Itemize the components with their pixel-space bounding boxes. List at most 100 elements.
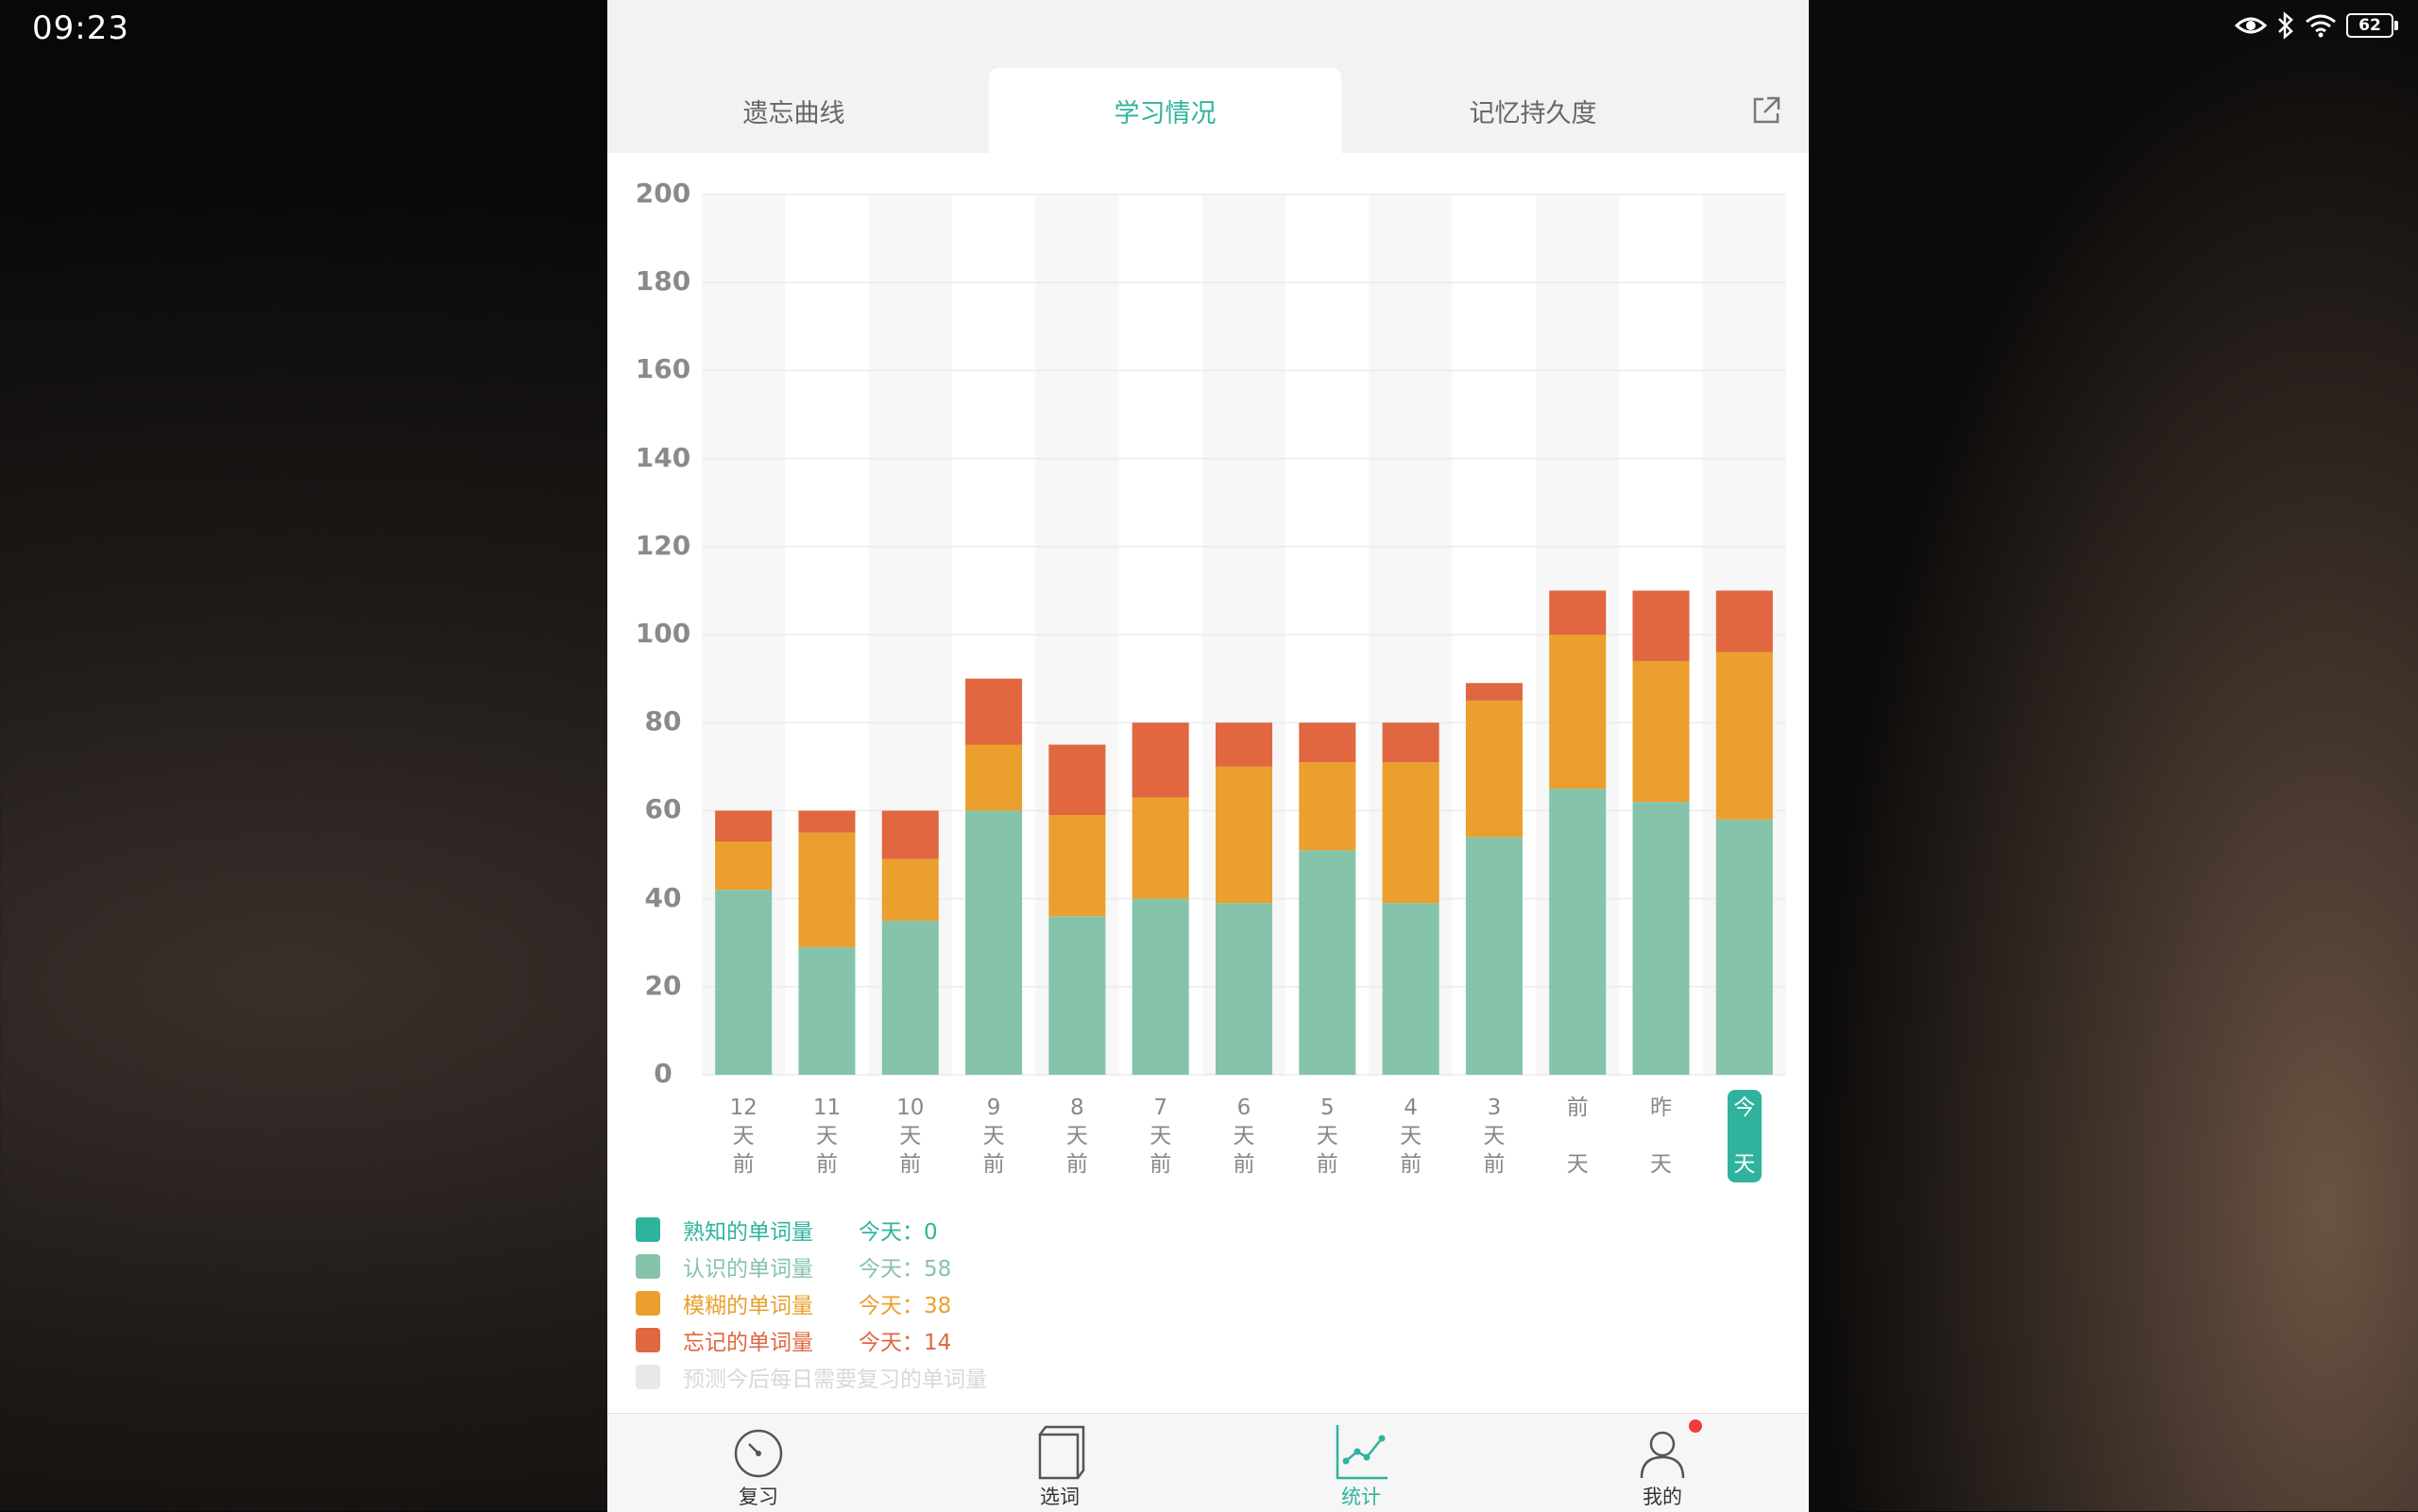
x-tick-label[interactable]: 3 天 前 (1472, 1094, 1517, 1179)
bar-segment[interactable] (715, 890, 773, 1075)
y-tick-label: 20 (644, 969, 682, 1001)
background-right (1810, 0, 2418, 1511)
tab-label: 遗忘曲线 (742, 98, 845, 128)
user-icon (1640, 1431, 1685, 1479)
legend-swatch (636, 1253, 660, 1279)
y-tick-label: 180 (635, 265, 691, 297)
book-icon (1038, 1425, 1085, 1480)
x-tick-label[interactable]: 7 天 前 (1138, 1094, 1183, 1179)
bar-segment[interactable] (1465, 683, 1523, 701)
legend-label: 模糊的单词量 (683, 1293, 813, 1318)
status-icons: 62 (2235, 11, 2398, 40)
legend-label: 忘记的单词量 (683, 1330, 813, 1355)
bar-segment[interactable] (965, 678, 1023, 745)
chart-icon (1336, 1425, 1388, 1480)
x-tick-label[interactable]: 今 天 (1727, 1090, 1762, 1182)
wifi-icon (2306, 14, 2336, 38)
x-tick-label[interactable]: 昨 天 (1639, 1094, 1684, 1179)
bar-segment[interactable] (1549, 635, 1607, 790)
chart-svg (702, 194, 1786, 1076)
bar-segment[interactable] (1382, 762, 1439, 904)
nav-statistics[interactable]: 统计 (1286, 1414, 1437, 1512)
tab-learning-status[interactable]: 学习情况 (989, 68, 1341, 153)
share-icon[interactable] (1750, 94, 1782, 127)
bar-segment[interactable] (798, 810, 856, 833)
bar-segment[interactable] (1048, 815, 1106, 917)
x-tick-label[interactable]: 12 天 前 (721, 1094, 766, 1179)
legend-item-familiar: 熟知的单词量 今天：0 (636, 1211, 938, 1248)
bar-segment[interactable] (715, 841, 773, 891)
bar-segment[interactable] (1299, 762, 1356, 851)
bar-segment[interactable] (1048, 916, 1106, 1075)
y-tick-label: 80 (644, 705, 682, 738)
bar-segment[interactable] (965, 744, 1023, 811)
legend-swatch (636, 1327, 660, 1352)
bar-segment[interactable] (1299, 850, 1356, 1075)
battery-level: 62 (2358, 16, 2381, 35)
bar-segment[interactable] (715, 810, 773, 842)
bar-segment[interactable] (965, 810, 1023, 1075)
x-tick-label[interactable]: 6 天 前 (1221, 1094, 1267, 1179)
bar-segment[interactable] (798, 946, 856, 1075)
legend-item-forgot: 忘记的单词量 今天：14 (636, 1321, 951, 1358)
eye-icon (2235, 17, 2267, 34)
bar-segment[interactable] (1715, 652, 1773, 820)
bar-segment[interactable] (1715, 590, 1773, 653)
tab-bar: 遗忘曲线 学习情况 记忆持久度 (607, 0, 1809, 153)
y-tick-label: 140 (635, 441, 691, 473)
x-tick-label[interactable]: 10 天 前 (888, 1094, 933, 1179)
x-tick-label[interactable]: 4 天 前 (1388, 1094, 1434, 1179)
bar-segment[interactable] (881, 810, 939, 859)
legend-item-fuzzy: 模糊的单词量 今天：38 (636, 1284, 951, 1321)
bar-segment[interactable] (1132, 797, 1189, 899)
y-tick-label: 40 (644, 881, 682, 913)
legend-value: 今天：38 (859, 1293, 952, 1318)
timer-icon (734, 1429, 783, 1478)
nav-review[interactable]: 复习 (683, 1414, 834, 1512)
tab-label: 记忆持久度 (1469, 98, 1597, 128)
bar-segment[interactable] (1299, 722, 1356, 763)
bar-segment[interactable] (1215, 766, 1273, 904)
x-tick-label[interactable]: 9 天 前 (971, 1094, 1016, 1179)
legend-item-forecast: 预测今后每日需要复习的单词量 (636, 1358, 987, 1395)
bar-segment[interactable] (1632, 802, 1690, 1075)
y-tick-label: 200 (635, 178, 691, 209)
bar-segment[interactable] (1549, 590, 1607, 635)
bar-segment[interactable] (1215, 903, 1273, 1075)
bar-segment[interactable] (1715, 819, 1773, 1075)
bar-segment[interactable] (1549, 789, 1607, 1075)
bar-segment[interactable] (1048, 744, 1106, 816)
bar-segment[interactable] (1382, 903, 1439, 1075)
x-tick-label[interactable]: 前 天 (1555, 1094, 1600, 1179)
tab-forgetting-curve[interactable]: 遗忘曲线 (607, 68, 980, 153)
bar-segment[interactable] (1632, 590, 1690, 661)
nav-select-words[interactable]: 选词 (984, 1414, 1135, 1512)
x-tick-label[interactable]: 11 天 前 (804, 1094, 849, 1179)
bar-segment[interactable] (1465, 700, 1523, 838)
bar-segment[interactable] (1632, 660, 1690, 803)
bar-segment[interactable] (881, 920, 939, 1075)
x-tick-label[interactable]: 8 天 前 (1054, 1094, 1099, 1179)
bar-segment[interactable] (1215, 722, 1273, 767)
legend-label: 熟知的单词量 (683, 1219, 813, 1245)
bar-segment[interactable] (881, 858, 939, 921)
tab-memory-durability[interactable]: 记忆持久度 (1344, 68, 1722, 153)
bar-segment[interactable] (798, 832, 856, 947)
legend-value: 今天：58 (859, 1256, 952, 1282)
nav-mine[interactable]: 我的 (1587, 1414, 1738, 1512)
nav-label: 选词 (1040, 1486, 1080, 1508)
bar-segment[interactable] (1132, 722, 1189, 798)
battery-icon: 62 (2346, 13, 2398, 38)
tab-label: 学习情况 (1114, 98, 1217, 128)
x-tick-label[interactable]: 5 天 前 (1304, 1094, 1350, 1179)
legend-value: 今天：14 (859, 1330, 952, 1355)
bar-segment[interactable] (1465, 837, 1523, 1075)
nav-label: 我的 (1643, 1486, 1682, 1508)
legend-value: 今天：0 (859, 1219, 938, 1245)
nav-label: 复习 (739, 1486, 778, 1508)
y-tick-label: 60 (644, 793, 682, 825)
bar-segment[interactable] (1132, 898, 1189, 1075)
legend-swatch (636, 1290, 660, 1316)
legend-item-recognized: 认识的单词量 今天：58 (636, 1248, 951, 1284)
bar-segment[interactable] (1382, 722, 1439, 763)
